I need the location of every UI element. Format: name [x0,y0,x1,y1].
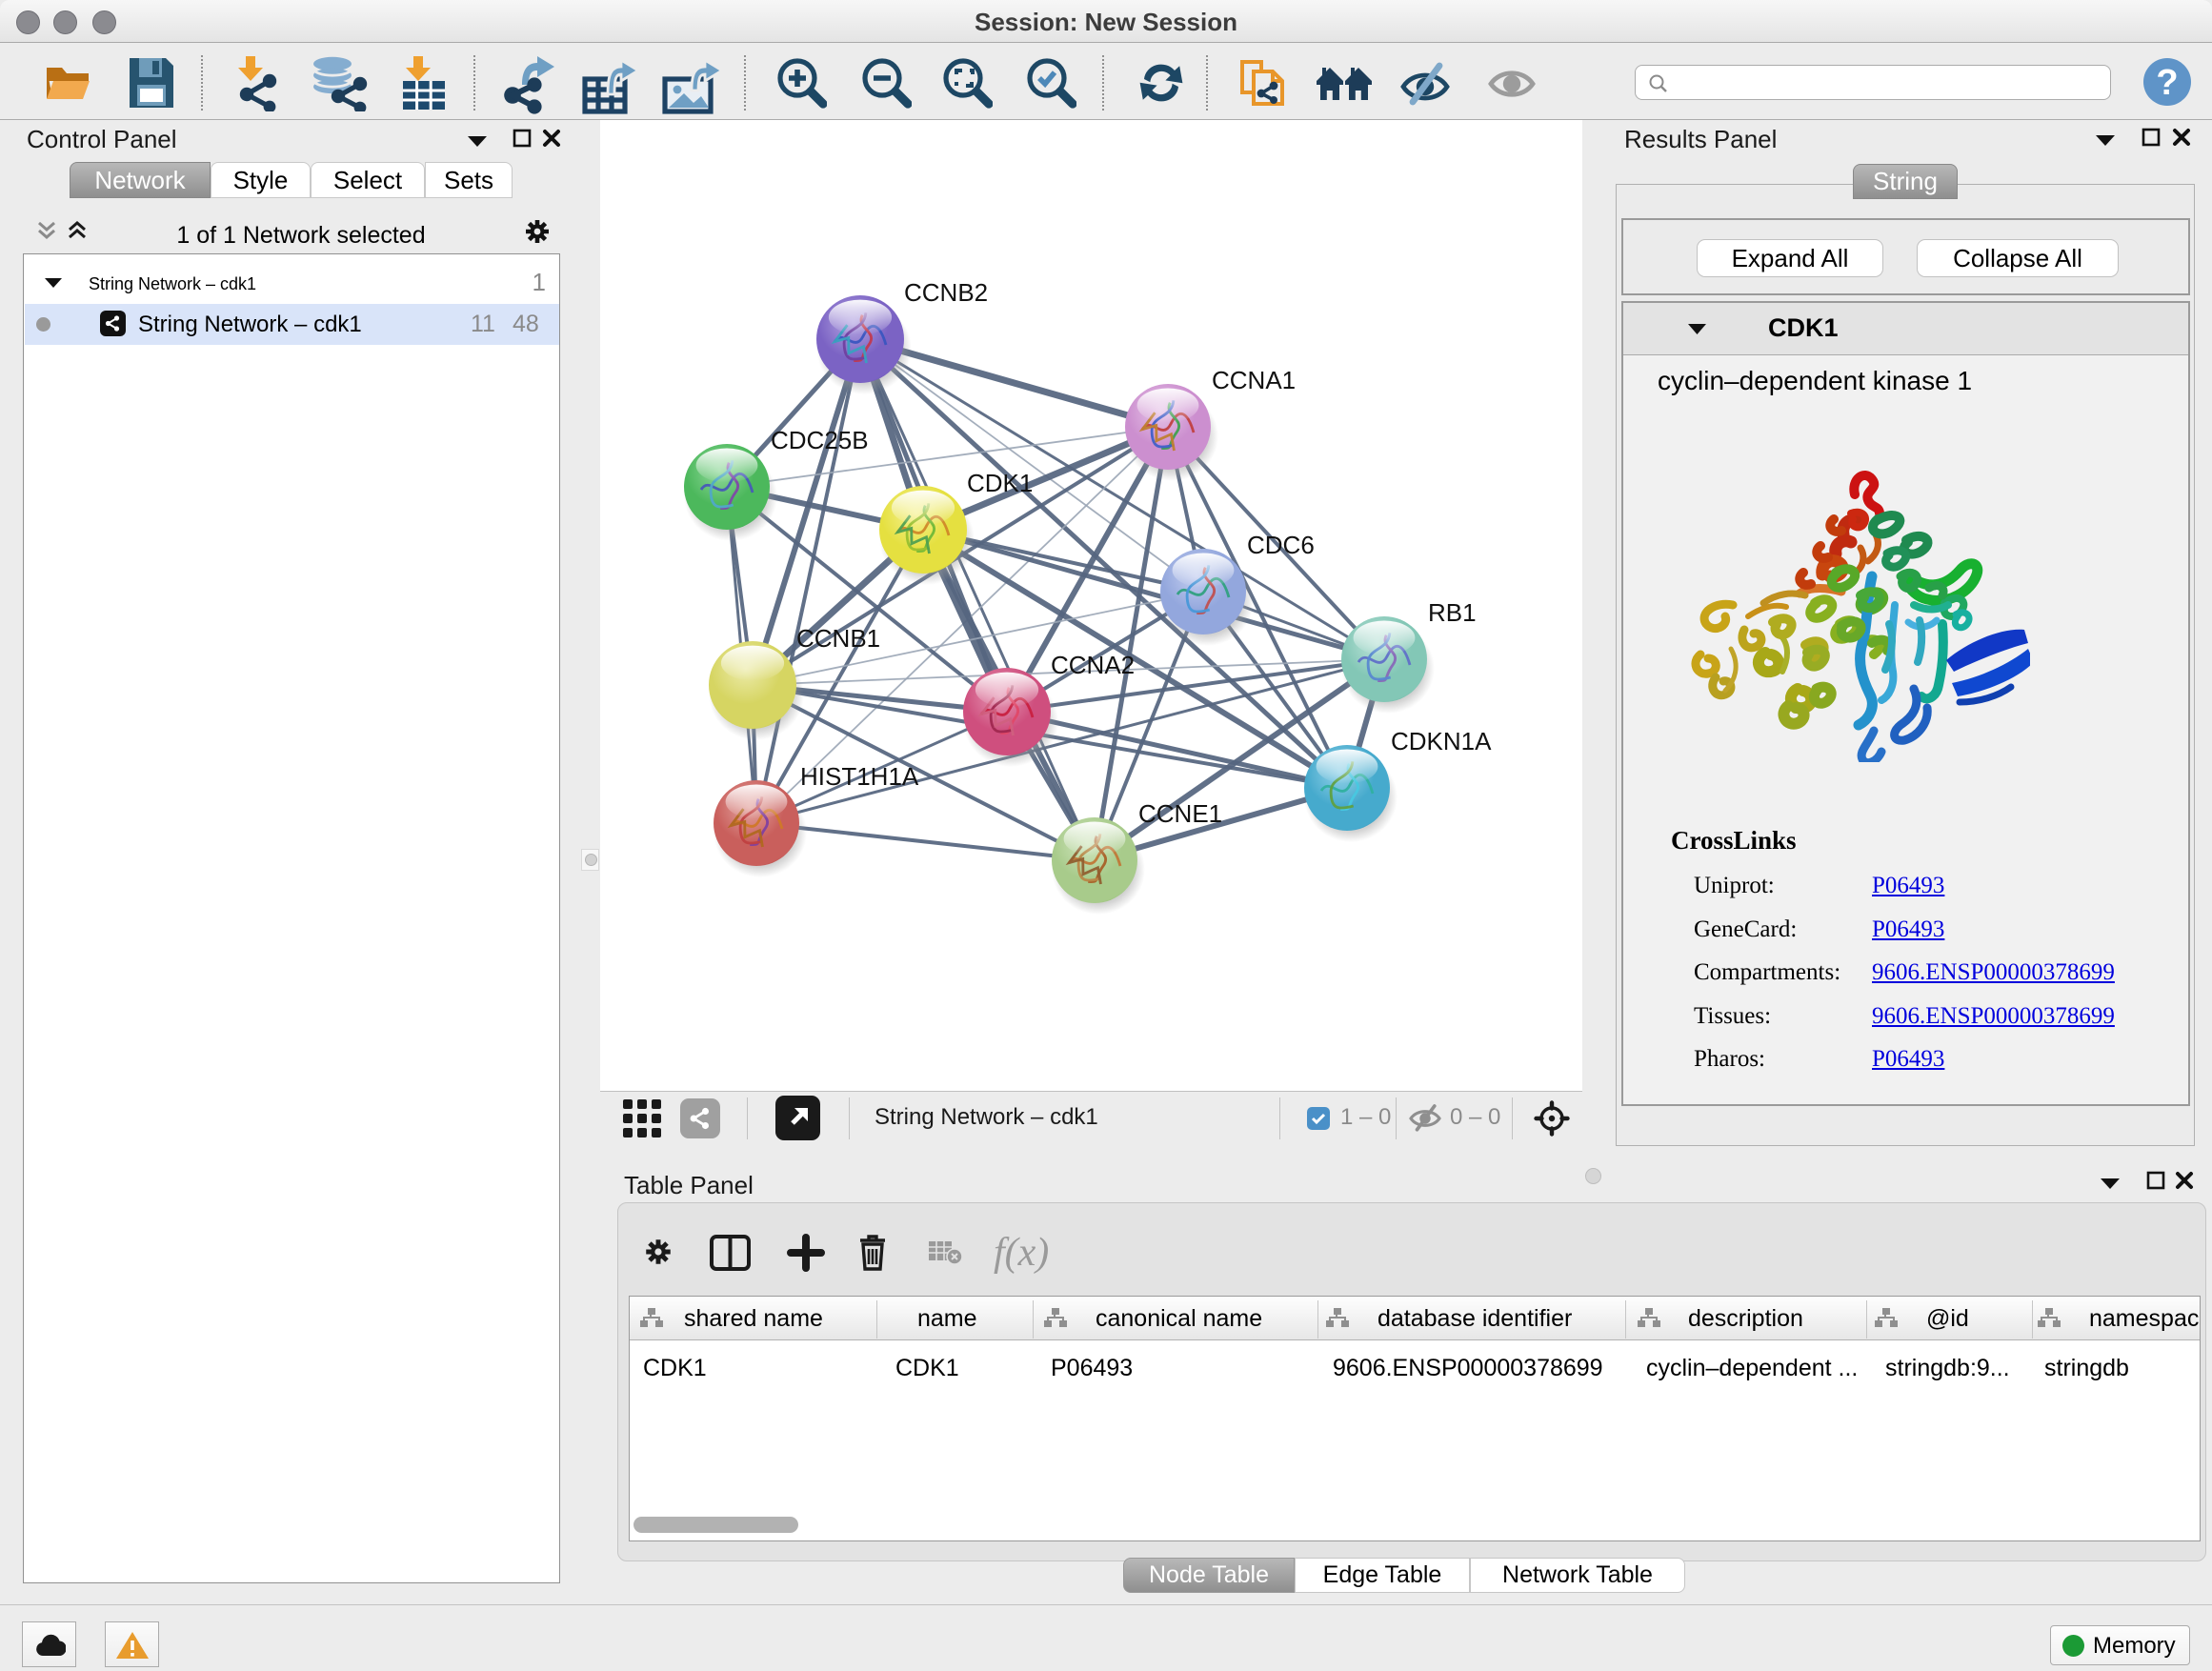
svg-text:?: ? [2156,63,2178,103]
svg-text:CDC6: CDC6 [1247,531,1315,559]
svg-text:CDKN1A: CDKN1A [1391,727,1492,755]
svg-text:CCNB1: CCNB1 [796,624,880,653]
svg-text:HIST1H1A: HIST1H1A [800,762,919,791]
svg-text:RB1: RB1 [1428,598,1477,627]
svg-text:CCNA2: CCNA2 [1051,651,1135,679]
svg-text:CCNB2: CCNB2 [904,278,988,307]
svg-text:CCNE1: CCNE1 [1138,799,1222,828]
svg-text:CDK1: CDK1 [967,469,1033,497]
svg-text:CCNA1: CCNA1 [1212,366,1296,394]
svg-text:CDC25B: CDC25B [771,426,869,454]
